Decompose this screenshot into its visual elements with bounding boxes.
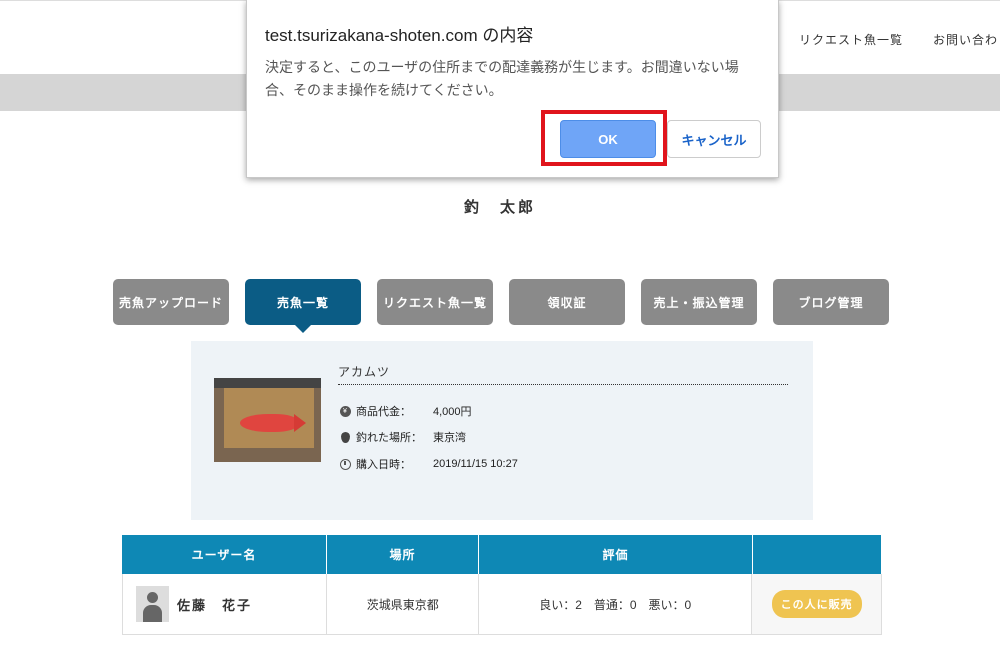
item-name: アカムツ <box>338 365 391 379</box>
header-rating: 評価 <box>479 535 753 574</box>
tab-blog[interactable]: ブログ管理 <box>773 279 889 325</box>
tab-request-list[interactable]: リクエスト魚一覧 <box>377 279 493 325</box>
nav-item-contact[interactable]: お問い合わ <box>933 31 998 48</box>
header-nav: 覧 リクエスト魚一覧 お問い合わ <box>760 31 1000 48</box>
tab-sales-transfer[interactable]: 売上・振込管理 <box>641 279 757 325</box>
tab-sale-list[interactable]: 売魚一覧 <box>245 279 361 333</box>
clock-icon <box>339 458 351 470</box>
location-cell: 茨城県東京都 <box>327 574 480 634</box>
yen-coin-icon: ¥ <box>339 405 351 417</box>
item-card: アカムツ ¥ 商品代金： 4,000円 釣れた場所： 東京湾 購入日時： 201… <box>191 341 813 520</box>
price-label: 商品代金： <box>356 406 411 418</box>
sell-to-user-button[interactable]: この人に販売 <box>771 590 862 618</box>
tab-receipt[interactable]: 領収証 <box>509 279 625 325</box>
fish-photo <box>214 378 321 462</box>
date-row: 購入日時： 2019/11/15 10:27 <box>339 456 518 472</box>
rating-cell: 良い：2 普通：0 悪い：0 <box>479 574 753 634</box>
buyer-table: ユーザー名 場所 評価 佐藤 花子 茨城県東京都 良い：2 普通：0 悪い：0 … <box>122 535 882 635</box>
tab-upload[interactable]: 売魚アップロード <box>113 279 229 325</box>
buyer-name[interactable]: 佐藤 花子 <box>177 595 252 614</box>
avatar <box>136 586 169 622</box>
mypage-tabs: 売魚アップロード 売魚一覧 リクエスト魚一覧 領収証 売上・振込管理 ブログ管理 <box>113 279 905 333</box>
cancel-button[interactable]: キャンセル <box>667 120 761 158</box>
place-label: 釣れた場所： <box>356 432 422 444</box>
dialog-message: 決定すると、このユーザの住所までの配達義務が生じます。お間違いない場合、そのまま… <box>265 59 739 98</box>
dialog-title: test.tsurizakana-shoten.com の内容 <box>265 26 534 45</box>
item-divider <box>338 384 788 385</box>
map-pin-icon <box>339 431 351 443</box>
header-username: ユーザー名 <box>122 535 327 574</box>
place-value: 東京湾 <box>433 432 466 444</box>
price-value: 4,000円 <box>433 406 472 418</box>
confirm-dialog: test.tsurizakana-shoten.com の内容 決定すると、この… <box>246 0 779 178</box>
ok-highlight-box <box>541 110 667 166</box>
date-label: 購入日時： <box>356 459 411 471</box>
action-cell: この人に販売 <box>752 574 881 634</box>
page-username: 釣 太郎 <box>463 199 536 216</box>
header-action <box>753 535 882 574</box>
table-row: 佐藤 花子 茨城県東京都 良い：2 普通：0 悪い：0 この人に販売 <box>122 574 882 635</box>
date-value: 2019/11/15 10:27 <box>433 458 518 470</box>
nav-item-request-fish-list[interactable]: リクエスト魚一覧 <box>799 31 903 48</box>
user-cell: 佐藤 花子 <box>123 574 328 634</box>
header-location: 場所 <box>327 535 479 574</box>
price-row: ¥ 商品代金： 4,000円 <box>339 403 472 419</box>
place-row: 釣れた場所： 東京湾 <box>339 429 466 445</box>
table-header: ユーザー名 場所 評価 <box>122 535 882 574</box>
